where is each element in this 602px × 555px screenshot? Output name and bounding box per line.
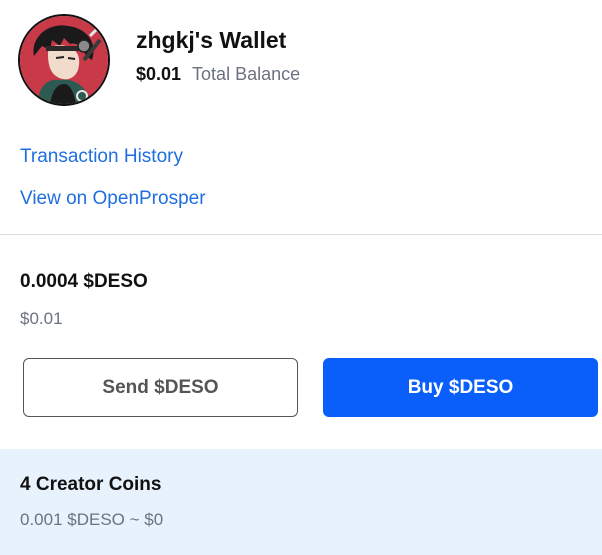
send-deso-button[interactable]: Send $DESO bbox=[23, 358, 298, 417]
transaction-history-link[interactable]: Transaction History bbox=[20, 145, 206, 169]
avatar[interactable] bbox=[18, 14, 110, 106]
divider bbox=[0, 234, 602, 235]
wallet-links: Transaction History View on OpenProsper bbox=[20, 145, 206, 211]
balance-amount: $0.01 bbox=[136, 64, 182, 84]
wallet-header: zhgkj's Wallet $0.01 Total Balance bbox=[18, 14, 300, 106]
creator-coins-section[interactable]: 4 Creator Coins 0.001 $DESO ~ $0 bbox=[0, 449, 602, 555]
buy-deso-button[interactable]: Buy $DESO bbox=[323, 358, 598, 417]
deso-amount: 0.0004 $DESO bbox=[20, 271, 148, 292]
page-title: zhgkj's Wallet bbox=[136, 27, 287, 53]
creator-coins-value: 0.001 $DESO ~ $0 bbox=[20, 510, 164, 529]
deso-usd-value: $0.01 bbox=[20, 309, 63, 328]
avatar-image bbox=[20, 16, 108, 104]
header-text: zhgkj's Wallet $0.01 Total Balance bbox=[136, 14, 300, 85]
view-on-openprosper-link[interactable]: View on OpenProsper bbox=[20, 187, 206, 211]
total-balance: $0.01 Total Balance bbox=[136, 64, 300, 85]
creator-coins-title: 4 Creator Coins bbox=[20, 474, 162, 495]
deso-balance: 0.0004 $DESO $0.01 bbox=[20, 270, 148, 330]
balance-label: Total Balance bbox=[192, 64, 301, 84]
